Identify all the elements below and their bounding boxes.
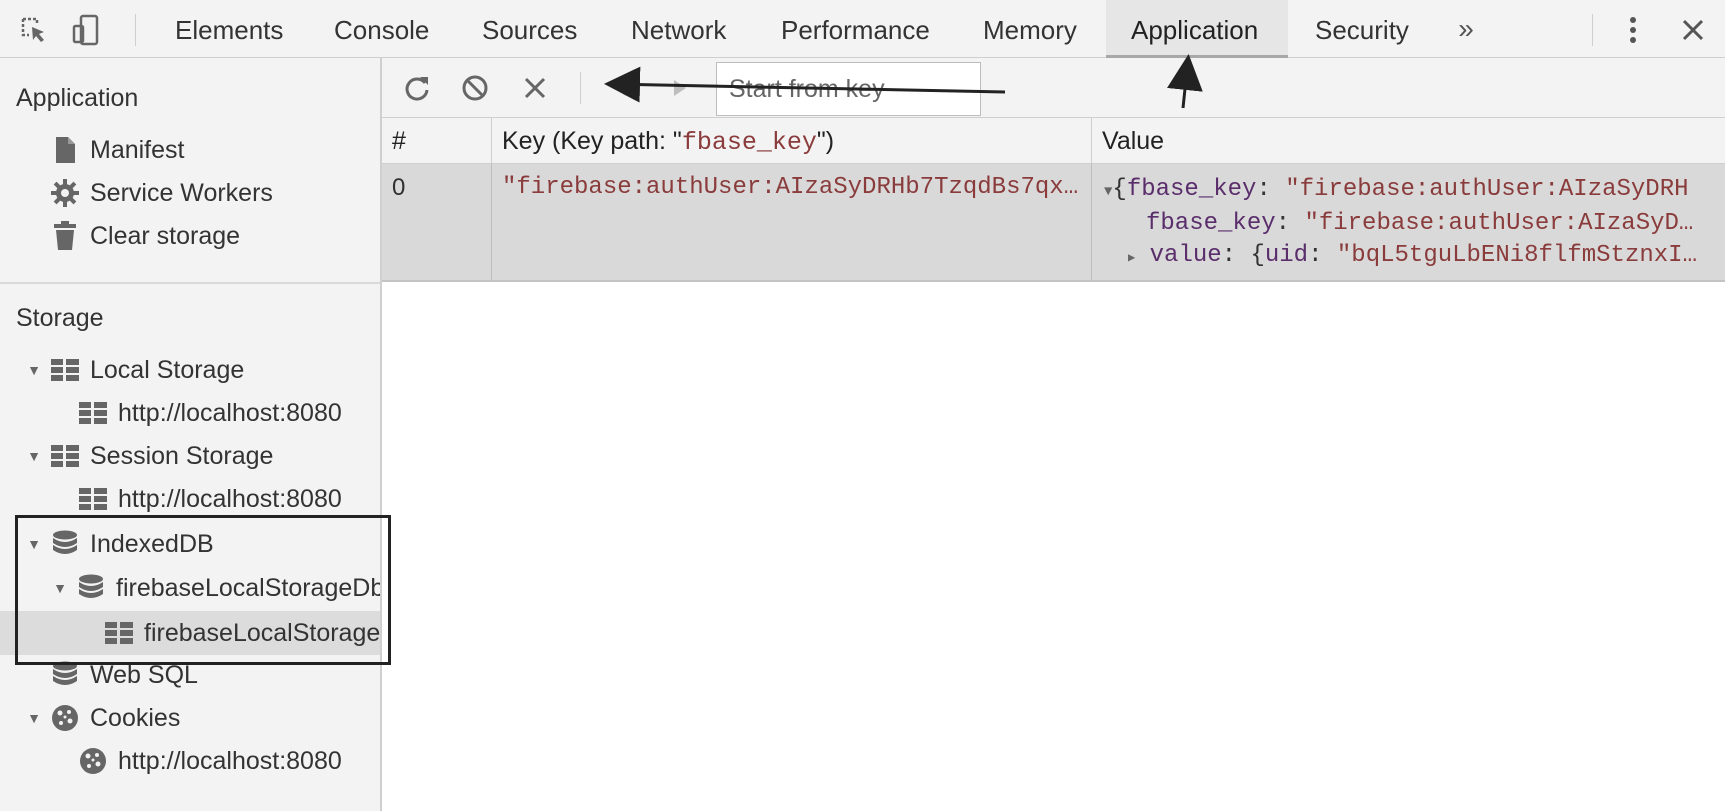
grid-storage-icon (104, 618, 134, 648)
key-header-suffix: ") (816, 127, 835, 155)
sidebar-item-label: firebaseLocalStorageDb (116, 573, 380, 602)
tab-console[interactable]: Console (309, 0, 454, 58)
sidebar-item-label: firebaseLocalStorage (144, 618, 380, 647)
device-toolbar-icon[interactable] (68, 12, 104, 48)
close-icon[interactable] (1675, 12, 1711, 48)
column-header-index[interactable]: # (382, 118, 492, 163)
expand-triangle-icon[interactable]: ▼ (26, 362, 42, 378)
sidebar-item-manifest[interactable]: Manifest (0, 130, 380, 170)
document-icon (50, 135, 80, 165)
delete-x-icon[interactable] (517, 70, 553, 106)
sidebar-item-label: Web SQL (90, 660, 198, 689)
devtools-tab-bar: Elements Console Sources Network Perform… (0, 0, 1725, 58)
cell-key: "firebase:authUser:AIzaSyDRHb7TzqdBs7qx… (492, 164, 1092, 280)
toolbar-divider (580, 72, 581, 104)
refresh-icon[interactable] (399, 70, 435, 106)
grid-header-row: # Key (Key path: "fbase_key") Value (382, 118, 1725, 164)
cell-index: 0 (382, 164, 492, 280)
indexeddb-toolbar (382, 58, 1725, 118)
sidebar-item-label: Cookies (90, 703, 181, 732)
sidebar-item-label: Manifest (90, 135, 185, 164)
value-object-line[interactable]: ▼{fbase_key: "firebase:authUser:AIzaSyDR… (1104, 176, 1689, 203)
sidebar-item-firebase-store[interactable]: firebaseLocalStorage (0, 611, 380, 655)
column-header-key[interactable]: Key (Key path: "fbase_key") (492, 118, 1092, 163)
sidebar-item-session-storage-origin[interactable]: http://localhost:8080 (0, 479, 380, 519)
sidebar-item-session-storage[interactable]: ▼ Session Storage (0, 436, 380, 476)
gear-icon (50, 178, 80, 208)
next-page-icon[interactable] (662, 70, 698, 106)
tab-security[interactable]: Security (1290, 0, 1434, 58)
start-from-key-input[interactable] (716, 62, 981, 116)
tab-sources[interactable]: Sources (457, 0, 602, 58)
expand-triangle-icon[interactable]: ▼ (26, 448, 42, 464)
grid-storage-icon (78, 398, 108, 428)
grid-storage-icon (50, 441, 80, 471)
sidebar-item-label: http://localhost:8080 (118, 398, 342, 427)
sidebar-item-label: Local Storage (90, 355, 245, 384)
application-sidebar: Application Manifest Service Workers Cle… (0, 58, 382, 811)
row-key: "firebase:authUser:AIzaSyDRHb7TzqdBs7qx… (502, 174, 1079, 201)
expand-triangle-icon[interactable]: ▼ (52, 580, 68, 596)
tab-network[interactable]: Network (606, 0, 751, 58)
sidebar-item-clear-storage[interactable]: Clear storage (0, 216, 380, 256)
sidebar-item-label: Clear storage (90, 221, 241, 250)
database-icon (50, 529, 80, 559)
expand-triangle-icon[interactable]: ▶ (1128, 251, 1135, 265)
toolbar-divider (135, 14, 136, 46)
cell-value: ▼{fbase_key: "firebase:authUser:AIzaSyDR… (1092, 164, 1725, 280)
more-tabs-button[interactable]: » (1446, 0, 1486, 58)
sidebar-item-service-workers[interactable]: Service Workers (0, 173, 380, 213)
cursor-select-icon[interactable] (16, 12, 52, 48)
table-row[interactable]: 0 "firebase:authUser:AIzaSyDRHb7TzqdBs7q… (382, 164, 1725, 282)
value-value-line[interactable]: ▶ value: {uid: "bqL5tguLbENi8flfmStznxI… (1128, 242, 1697, 269)
tab-application[interactable]: Application (1106, 0, 1288, 58)
trash-icon (50, 221, 80, 251)
tab-performance[interactable]: Performance (756, 0, 955, 58)
sidebar-item-label: Session Storage (90, 441, 274, 470)
sidebar-item-label: http://localhost:8080 (118, 746, 342, 775)
key-path: fbase_key (681, 128, 817, 157)
database-icon (50, 660, 80, 690)
expand-triangle-icon[interactable]: ▼ (26, 536, 42, 552)
block-icon[interactable] (457, 70, 493, 106)
key-header-prefix: Key (Key path: " (502, 127, 682, 155)
sidebar-item-cookies-origin[interactable]: http://localhost:8080 (0, 741, 380, 781)
sidebar-item-firebase-db[interactable]: ▼ firebaseLocalStorageDb (0, 568, 380, 608)
sidebar-item-cookies[interactable]: ▼ Cookies (0, 698, 380, 738)
sidebar-section-application: Application (16, 84, 139, 112)
sidebar-divider (0, 282, 380, 284)
row-index: 0 (392, 174, 406, 201)
sidebar-item-label: http://localhost:8080 (118, 484, 342, 513)
grid-storage-icon (78, 484, 108, 514)
toolbar-divider (1592, 14, 1593, 46)
cookie-icon (78, 746, 108, 776)
sidebar-item-local-storage[interactable]: ▼ Local Storage (0, 350, 380, 390)
database-icon (76, 573, 106, 603)
column-header-value[interactable]: Value (1092, 118, 1725, 163)
cookie-icon (50, 703, 80, 733)
tab-elements[interactable]: Elements (150, 0, 308, 58)
tab-memory[interactable]: Memory (958, 0, 1102, 58)
sidebar-item-indexeddb[interactable]: ▼ IndexedDB (0, 524, 380, 564)
sidebar-item-label: IndexedDB (90, 529, 214, 558)
sidebar-item-web-sql[interactable]: Web SQL (0, 655, 380, 695)
sidebar-section-storage: Storage (16, 304, 104, 332)
grid-storage-icon (50, 355, 80, 385)
value-fbase-key-line: fbase_key: "firebase:authUser:AIzaSyD… (1146, 210, 1694, 237)
prev-page-icon[interactable] (602, 70, 638, 106)
kebab-menu-icon[interactable] (1615, 12, 1651, 48)
expand-triangle-icon[interactable]: ▼ (26, 710, 42, 726)
sidebar-item-label: Service Workers (90, 178, 273, 207)
sidebar-item-local-storage-origin[interactable]: http://localhost:8080 (0, 393, 380, 433)
